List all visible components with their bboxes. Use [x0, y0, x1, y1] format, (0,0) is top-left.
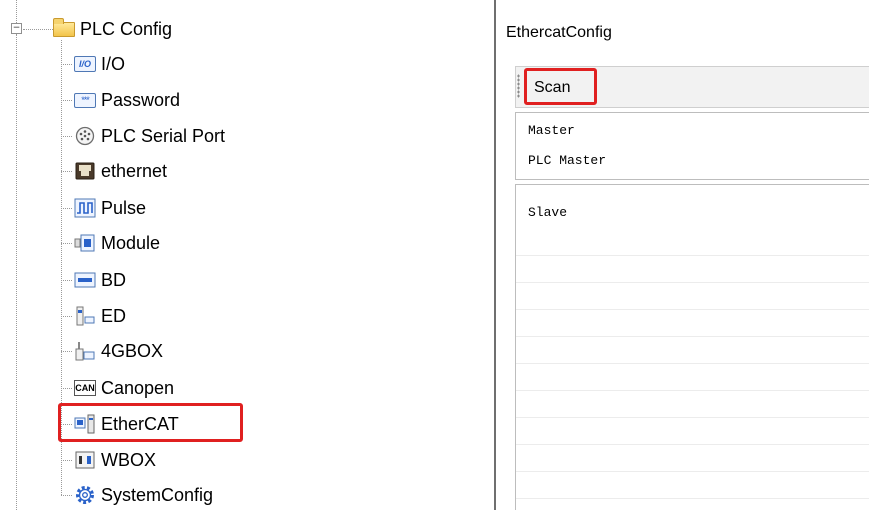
tree-node-label: ethernet [101, 160, 168, 181]
ed-icon [74, 306, 96, 326]
tree-connector [61, 388, 72, 389]
slave-row-separator [516, 309, 869, 310]
scan-highlight-box [524, 68, 597, 105]
bd-icon [74, 270, 96, 290]
slave-row-separator [516, 255, 869, 256]
tree-node-wbox[interactable]: WBOX [74, 447, 156, 473]
tree-node-plc-config[interactable]: PLC Config [53, 16, 172, 42]
tree-node-password[interactable]: *** Password [74, 87, 180, 113]
master-row[interactable]: PLC Master [528, 153, 606, 168]
config-tree: − PLC Config I/O I/O *** Password PLC Se… [0, 0, 490, 510]
slave-row-separator [516, 444, 869, 445]
tree-node-canopen[interactable]: CAN Canopen [74, 375, 174, 401]
io-icon: I/O [74, 54, 96, 74]
tree-node-pulse[interactable]: Pulse [74, 195, 146, 221]
tree-node-label: PLC Serial Port [101, 125, 226, 146]
folder-icon [53, 17, 75, 39]
tree-node-label: PLC Config [80, 18, 173, 39]
tree-connector [61, 495, 72, 496]
tree-node-ethercat[interactable]: EtherCAT [74, 411, 179, 437]
slave-row-separator [516, 498, 869, 499]
tree-node-module[interactable]: Module [74, 230, 160, 256]
master-list: Master PLC Master [515, 112, 869, 180]
tree-connector [16, 0, 17, 23]
tree-connector [61, 171, 72, 172]
tree-node-label: Pulse [101, 197, 147, 218]
slave-list: Slave [515, 184, 869, 510]
tree-node-label: 4GBOX [101, 340, 164, 361]
serial-port-icon [74, 126, 96, 146]
tree-node-label: ED [101, 305, 127, 326]
slave-row-separator [516, 417, 869, 418]
tree-node-plc-serial-port[interactable]: PLC Serial Port [74, 123, 225, 149]
tree-connector [61, 351, 72, 352]
tree-connector [61, 208, 72, 209]
canopen-icon: CAN [74, 378, 96, 398]
4gbox-icon [74, 341, 96, 361]
tree-node-label: EtherCAT [101, 413, 179, 434]
slave-row-separator [516, 363, 869, 364]
ethercat-icon [74, 414, 96, 434]
tree-connector [61, 136, 72, 137]
tree-node-label: Module [101, 232, 161, 253]
toolbar-grip-handle[interactable] [517, 74, 520, 98]
gear-icon [74, 485, 96, 505]
slave-section-header: Slave [528, 205, 568, 220]
tree-connector [61, 280, 72, 281]
tree-node-bd[interactable]: BD [74, 267, 126, 293]
tree-node-label: I/O [101, 53, 126, 74]
tree-connector [61, 316, 72, 317]
tree-node-4gbox[interactable]: 4GBOX [74, 338, 163, 364]
tree-connector [16, 34, 17, 510]
tree-connector [61, 460, 72, 461]
tree-node-label: BD [101, 269, 127, 290]
collapse-toggle[interactable]: − [11, 23, 22, 34]
tree-node-label: Canopen [101, 377, 175, 398]
password-icon: *** [74, 90, 96, 110]
slave-row-separator [516, 390, 869, 391]
tree-connector [61, 243, 72, 244]
tree-connector [23, 29, 53, 30]
panel-title: EthercatConfig [506, 24, 612, 41]
slave-row-separator [516, 471, 869, 472]
master-section-header: Master [528, 123, 575, 138]
module-icon [74, 233, 96, 253]
slave-row-separator [516, 336, 869, 337]
tree-node-label: Password [101, 89, 181, 110]
tree-node-label: WBOX [101, 449, 157, 470]
wbox-icon [74, 450, 96, 470]
tree-connector [61, 100, 72, 101]
pulse-icon [74, 198, 96, 218]
tree-node-ed[interactable]: ED [74, 303, 126, 329]
ethernet-icon [74, 161, 96, 181]
panel-splitter[interactable] [494, 0, 496, 510]
tree-connector [61, 64, 72, 65]
tree-node-ethernet[interactable]: ethernet [74, 158, 167, 184]
slave-row-separator [516, 282, 869, 283]
tree-node-io[interactable]: I/O I/O [74, 51, 125, 77]
tree-node-label: SystemConfig [101, 484, 214, 505]
tree-node-systemconfig[interactable]: SystemConfig [74, 482, 213, 508]
